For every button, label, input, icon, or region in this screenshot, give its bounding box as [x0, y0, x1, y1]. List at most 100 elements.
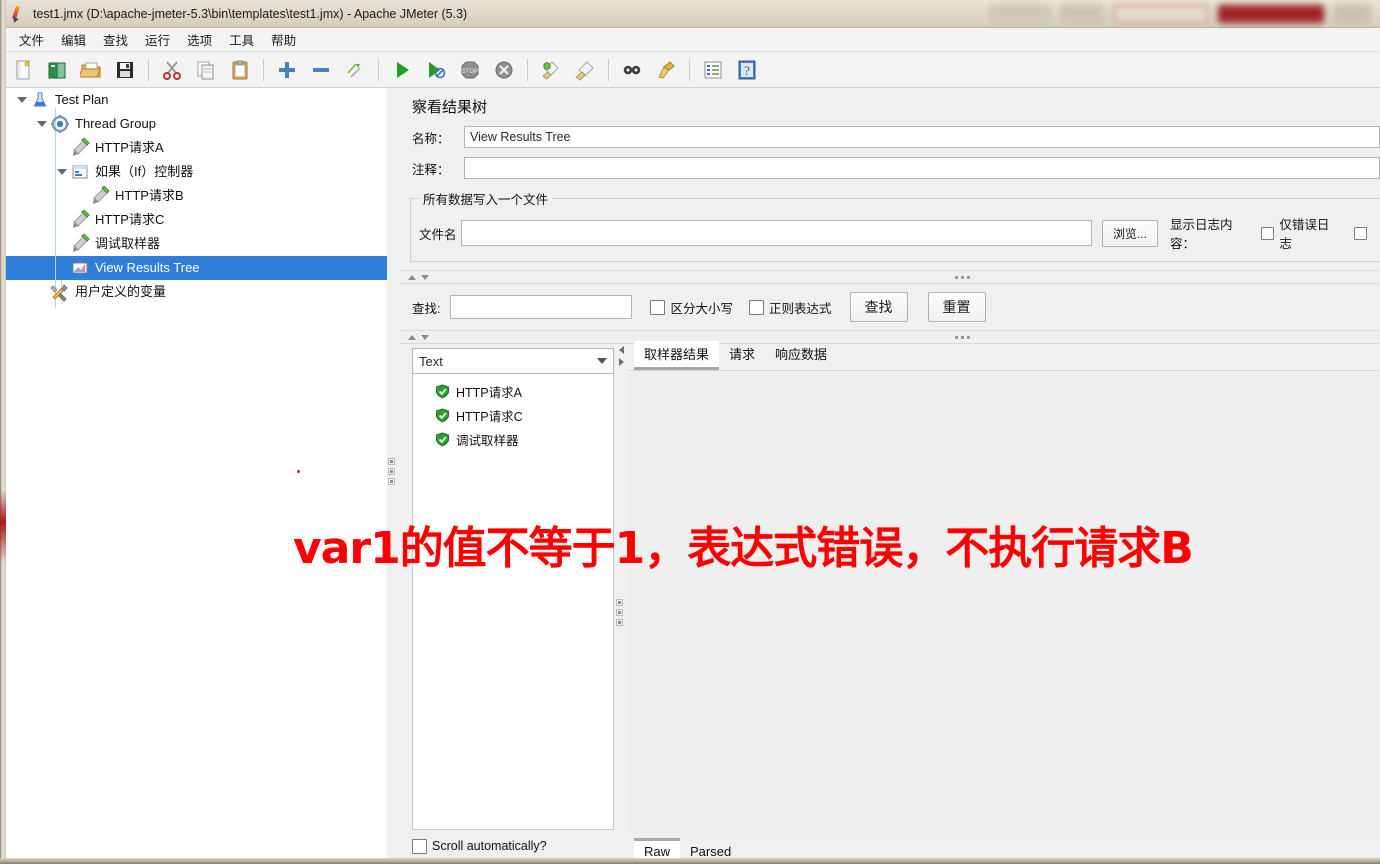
tree-node-view-results-tree[interactable]: View Results Tree	[6, 256, 387, 280]
tree-node-debug-sampler[interactable]: 调试取样器	[6, 232, 387, 256]
function-helper-icon[interactable]	[698, 55, 728, 85]
paste-icon[interactable]	[225, 55, 255, 85]
tab-raw[interactable]: Raw	[634, 838, 680, 858]
list-item-label: HTTP请求A	[456, 382, 522, 401]
search-icon[interactable]	[617, 55, 647, 85]
templates-icon[interactable]	[42, 55, 72, 85]
collapse-left-icon[interactable]	[619, 346, 624, 354]
stop-icon[interactable]: STOP	[455, 55, 485, 85]
collapse-down-icon[interactable]	[421, 335, 429, 340]
start-no-timers-icon[interactable]	[421, 55, 451, 85]
list-item[interactable]: HTTP请求A	[413, 379, 613, 403]
divider-collapse-arrows-top[interactable]	[408, 275, 429, 280]
copy-icon[interactable]	[191, 55, 221, 85]
search-input[interactable]	[450, 295, 632, 319]
name-input[interactable]	[464, 126, 1380, 148]
menu-file[interactable]: 文件	[12, 28, 51, 51]
window-close-button[interactable]	[1218, 5, 1324, 23]
clear-all-icon[interactable]	[570, 55, 600, 85]
toggle-icon[interactable]	[340, 55, 370, 85]
window-frame-accent	[0, 490, 6, 562]
open-icon[interactable]	[76, 55, 106, 85]
comment-input[interactable]	[464, 157, 1380, 179]
window-control-blur-a[interactable]	[990, 5, 1050, 23]
filename-input[interactable]	[461, 220, 1092, 246]
tree-toggle-if-controller[interactable]	[54, 160, 70, 184]
start-icon[interactable]	[387, 55, 417, 85]
svg-text:STOP: STOP	[462, 69, 478, 75]
divider-above-search[interactable]	[400, 270, 1380, 284]
divider-grip-dots-bottom[interactable]	[955, 336, 970, 339]
list-item[interactable]: 调试取样器	[413, 427, 613, 451]
menu-search[interactable]: 查找	[96, 28, 135, 51]
tree-node-if-controller[interactable]: 如果（If）控制器	[6, 160, 387, 184]
scroll-automatically-label: Scroll automatically?	[432, 839, 547, 853]
tab-response-data[interactable]: 响应数据	[765, 341, 837, 370]
tree-node-http-request-b[interactable]: HTTP请求B	[6, 184, 387, 208]
sampler-results-list[interactable]: HTTP请求A HTTP请求C	[412, 374, 614, 830]
collapse-down-icon[interactable]	[421, 275, 429, 280]
menu-tools[interactable]: 工具	[222, 28, 261, 51]
scroll-automatically-checkbox[interactable]: Scroll automatically?	[412, 832, 614, 858]
search-bar: 查找: 区分大小写 正则表达式 查找 重置	[400, 284, 1380, 330]
window-frame-left	[0, 0, 6, 864]
regex-checkbox-box[interactable]	[749, 300, 764, 315]
tab-request[interactable]: 请求	[719, 341, 765, 370]
tree-node-http-request-a[interactable]: HTTP请求A	[6, 136, 387, 160]
browse-button[interactable]: 浏览...	[1102, 220, 1158, 247]
chevron-down-icon[interactable]	[597, 358, 607, 364]
save-icon[interactable]	[110, 55, 140, 85]
window-control-blur-e[interactable]	[1334, 5, 1370, 23]
menu-run[interactable]: 运行	[138, 28, 177, 51]
tab-content-area[interactable]	[628, 370, 1380, 836]
menu-help[interactable]: 帮助	[264, 28, 303, 51]
find-button[interactable]: 查找	[850, 292, 908, 322]
new-icon[interactable]	[8, 55, 38, 85]
tab-parsed[interactable]: Parsed	[680, 838, 741, 858]
main-splitter-handle[interactable]	[387, 458, 396, 485]
main-splitter[interactable]	[387, 88, 400, 858]
divider-grip-dots-top[interactable]	[955, 276, 970, 279]
regex-checkbox[interactable]: 正则表达式	[749, 298, 832, 317]
expand-all-icon[interactable]	[272, 55, 302, 85]
collapse-up-icon[interactable]	[408, 275, 416, 280]
window-control-blur-c[interactable]	[1114, 5, 1208, 23]
tree-label: View Results Tree	[95, 256, 200, 280]
successes-only-checkbox-box[interactable]	[1354, 227, 1367, 240]
tree-node-http-request-c[interactable]: HTTP请求C	[6, 208, 387, 232]
divider-below-search[interactable]	[400, 330, 1380, 344]
collapse-up-icon[interactable]	[408, 335, 416, 340]
tree-toggle-test-plan[interactable]	[14, 88, 30, 112]
case-sensitive-checkbox[interactable]: 区分大小写	[650, 298, 733, 317]
collapse-all-icon[interactable]	[306, 55, 336, 85]
tree-node-test-plan[interactable]: Test Plan	[6, 88, 387, 112]
divider-collapse-arrows-bottom[interactable]	[408, 335, 429, 340]
help-icon[interactable]: ?	[732, 55, 762, 85]
successes-only-checkbox[interactable]	[1354, 227, 1372, 240]
errors-only-checkbox[interactable]: 仅错误日志	[1261, 214, 1340, 252]
toolbar-separator-3	[378, 59, 379, 81]
cut-icon[interactable]	[157, 55, 187, 85]
tree-node-user-defined-variables[interactable]: 用户定义的变量	[6, 280, 387, 304]
collapse-right-icon[interactable]	[619, 358, 624, 366]
scroll-automatically-checkbox-box[interactable]	[412, 839, 427, 854]
tab-sampler-result[interactable]: 取样器结果	[634, 341, 719, 370]
render-selector[interactable]: Text	[412, 348, 614, 374]
test-plan-tree[interactable]: Test Plan Thread Group	[6, 88, 388, 858]
list-item[interactable]: HTTP请求C	[413, 403, 613, 427]
reset-button[interactable]: 重置	[928, 292, 986, 322]
debug-sampler-icon	[70, 234, 90, 254]
case-sensitive-checkbox-box[interactable]	[650, 300, 665, 315]
results-splitter-handle[interactable]	[615, 599, 624, 626]
tree-toggle-thread-group[interactable]	[34, 112, 50, 136]
menu-edit[interactable]: 编辑	[54, 28, 93, 51]
shutdown-icon[interactable]	[489, 55, 519, 85]
errors-only-checkbox-box[interactable]	[1261, 227, 1274, 240]
tree-node-thread-group[interactable]: Thread Group	[6, 112, 387, 136]
search-reset-icon[interactable]	[651, 55, 681, 85]
window-controls[interactable]	[980, 0, 1380, 28]
clear-icon[interactable]	[536, 55, 566, 85]
results-splitter-collapse[interactable]	[619, 346, 627, 366]
window-control-blur-b[interactable]	[1060, 5, 1104, 23]
menu-options[interactable]: 选项	[180, 28, 219, 51]
